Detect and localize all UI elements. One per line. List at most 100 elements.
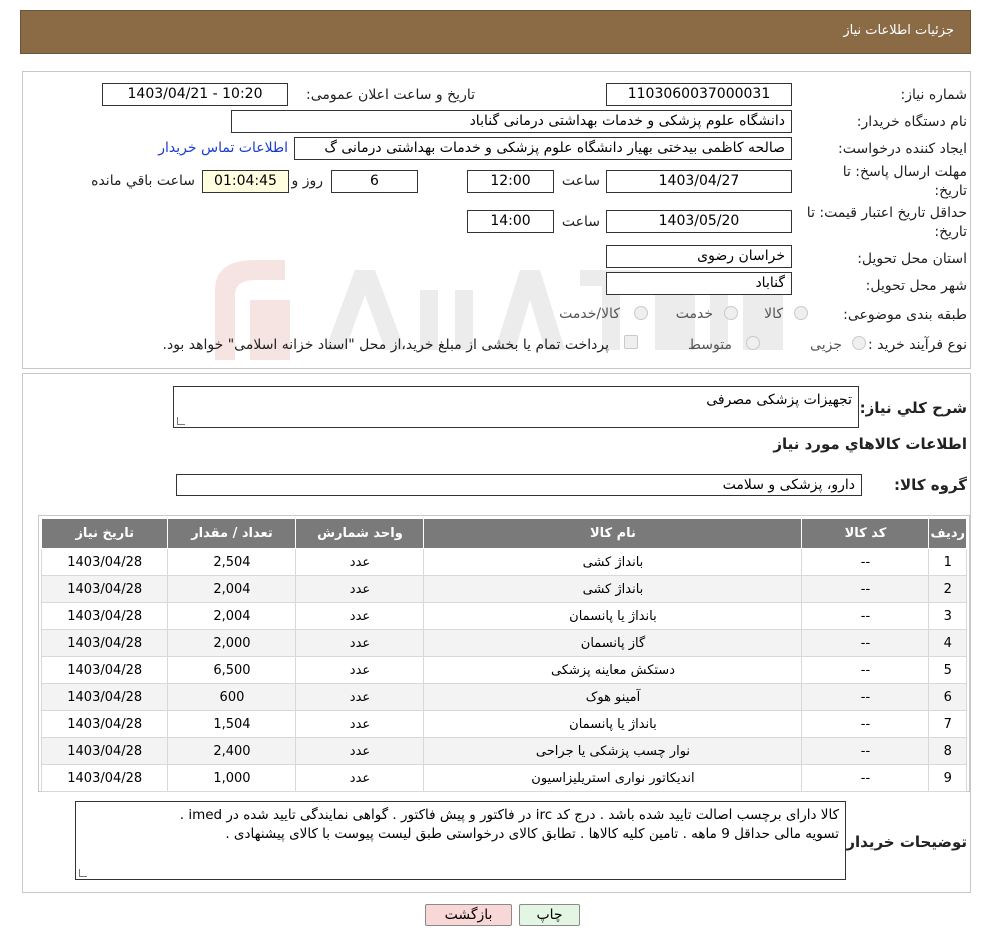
cell-item-quantity: 6,500 (167, 656, 297, 684)
cell-row-number: 7 (928, 710, 967, 738)
cell-row-number: 2 (928, 575, 967, 603)
cell-item-code: -- (801, 602, 930, 630)
buyer-org-field[interactable]: دانشگاه علوم پزشکی و خدمات بهداشتی درمان… (231, 110, 792, 133)
treasury-checkbox[interactable] (624, 335, 638, 349)
payment-note: پرداخت تمام یا بخشی از مبلغ خرید،از محل … (162, 337, 609, 353)
cell-item-unit: عدد (295, 764, 425, 792)
deadline-label: مهلت ارسال پاسخ: تا (842, 164, 967, 180)
table-row[interactable]: 7 -- باند‌اژ یا پانسمان عدد 1,504 1403/04/28 (40, 710, 967, 738)
validity-time-field[interactable]: 14:00 (467, 210, 554, 233)
cell-item-quantity: 2,504 (167, 548, 297, 576)
process-option-medium: متوسط (688, 337, 732, 353)
announce-date-field[interactable]: 1403/04/21 - 10:20 (102, 83, 288, 106)
col-unit-header: واحد شمارش (295, 518, 425, 549)
cell-item-quantity: 2,004 (167, 575, 297, 603)
buyer-notes-field[interactable]: کالا دارای برچسب اصالت تایید شده باشد . … (75, 801, 846, 880)
process-option-minor: جزیی (810, 337, 842, 353)
cell-item-code: -- (801, 656, 930, 684)
table-row[interactable]: 1 -- بانداژ کشی عدد 2,504 1403/04/28 (40, 548, 967, 576)
table-row[interactable]: 4 -- گاز پانسمان عدد 2,000 1403/04/28 (40, 629, 967, 657)
remaining-time-field[interactable]: 01:04:45 (202, 170, 289, 193)
cell-row-number: 9 (928, 764, 967, 792)
cell-item-code: -- (801, 575, 930, 603)
days-label: روز و (291, 173, 324, 189)
cell-row-number: 1 (928, 548, 967, 576)
back-button[interactable]: بازگشت (425, 904, 512, 926)
cell-need-date: 1403/04/28 (40, 602, 169, 630)
goods-group-field[interactable]: دارو، پزشکی و سلامت (176, 474, 862, 496)
validity-label: حداقل تاریخ اعتبار قیمت: تا (806, 205, 967, 221)
page-header: جزئیات اطلاعات نیاز (20, 10, 971, 54)
buyer-notes-line-2: تسویه مالی حداقل 9 ماهه . تامین کلیه کال… (225, 826, 839, 842)
announce-date-label: تاریخ و ساعت اعلان عمومی: (306, 87, 475, 103)
cell-need-date: 1403/04/28 (40, 683, 169, 711)
need-number-label: شماره نیاز: (900, 87, 968, 103)
cell-item-quantity: 600 (167, 683, 297, 711)
cell-need-date: 1403/04/28 (40, 656, 169, 684)
category-radio-goods[interactable] (794, 306, 808, 320)
items-heading: اطلاعات کالاهاي مورد نياز (773, 435, 967, 453)
table-header-row: رديف کد کالا نام کالا واحد شمارش تعداد /… (40, 518, 967, 549)
cell-item-unit: عدد (295, 629, 425, 657)
table-row[interactable]: 5 -- دستکش معاینه پزشکی عدد 6,500 1403/04/28 (40, 656, 967, 684)
col-qty-header: تعداد / مقدار (167, 518, 297, 549)
province-label: استان محل تحویل: (857, 251, 967, 267)
category-radio-goods-service[interactable] (634, 306, 648, 320)
process-radio-medium[interactable] (746, 336, 760, 350)
resize-handle-icon[interactable] (177, 417, 185, 425)
cell-item-name: گاز پانسمان (423, 629, 803, 657)
table-row[interactable]: 8 -- نوار چسب پزشکی یا جراحی عدد 2,400 1403/0… (40, 737, 967, 765)
notes-resize-handle-icon[interactable] (79, 869, 87, 877)
need-number-field[interactable]: 1103060037000031 (606, 83, 792, 106)
col-name-header: نام کالا (423, 518, 803, 549)
category-option-goods: کالا (764, 306, 783, 322)
col-date-header: تاریخ نیاز (40, 518, 169, 549)
table-row[interactable]: 6 -- آمینو هوک عدد 600 1403/04/28 (40, 683, 967, 711)
cell-item-quantity: 1,000 (167, 764, 297, 792)
general-description-label: شرح کلي نياز: (859, 399, 967, 417)
table-row[interactable]: 9 -- اندیکاتور نواری استریلیزاسیون عدد 1,000… (40, 764, 967, 792)
print-button[interactable]: چاپ (519, 904, 580, 926)
cell-item-unit: عدد (295, 656, 425, 684)
validity-label-2: تاریخ: (934, 224, 967, 240)
cell-need-date: 1403/04/28 (40, 710, 169, 738)
process-radio-minor[interactable] (852, 336, 866, 350)
cell-item-name: آمینو هوک (423, 683, 803, 711)
buyer-contact-link[interactable]: اطلاعات تماس خریدار (158, 140, 288, 156)
cell-need-date: 1403/04/28 (40, 629, 169, 657)
general-description-text: تجهيزات پزشکی مصرفی (706, 392, 852, 408)
buyer-notes-label: توضیحات خریدار: (840, 833, 967, 851)
category-radio-service[interactable] (724, 306, 738, 320)
general-description-field[interactable]: تجهيزات پزشکی مصرفی (173, 386, 859, 428)
creator-field[interactable]: صالحه کاظمی بیدختی بهیار دانشگاه علوم پز… (294, 137, 792, 160)
buyer-org-label: نام دستگاه خریدار: (856, 114, 967, 130)
cell-item-name: دستکش معاینه پزشکی (423, 656, 803, 684)
cell-row-number: 6 (928, 683, 967, 711)
cell-row-number: 8 (928, 737, 967, 765)
cell-item-unit: عدد (295, 575, 425, 603)
col-code-header: کد کالا (801, 518, 930, 549)
cell-item-name: نوار چسب پزشکی یا جراحی (423, 737, 803, 765)
cell-item-unit: عدد (295, 683, 425, 711)
cell-item-name: باند‌اژ یا پانسمان (423, 710, 803, 738)
validity-date-field[interactable]: 1403/05/20 (606, 210, 792, 233)
col-row-header: رديف (928, 518, 967, 549)
process-label: نوع فرآیند خرید : (868, 337, 967, 353)
cell-item-name: باند‌اژ کشی (423, 575, 803, 603)
province-field[interactable]: خراسان رضوی (606, 245, 792, 268)
city-field[interactable]: گناباد (606, 272, 792, 295)
cell-item-quantity: 2,000 (167, 629, 297, 657)
cell-item-unit: عدد (295, 737, 425, 765)
category-option-goods-service: کالا/خدمت (559, 306, 620, 322)
deadline-date-field[interactable]: 1403/04/27 (606, 170, 792, 193)
cell-item-code: -- (801, 764, 930, 792)
days-remaining-field[interactable]: 6 (331, 170, 418, 193)
cell-item-quantity: 2,004 (167, 602, 297, 630)
table-row[interactable]: 3 -- باند‌اژ یا پانسمان عدد 2,004 1403/04/28 (40, 602, 967, 630)
category-option-service: خدمت (675, 306, 713, 322)
cell-need-date: 1403/04/28 (40, 548, 169, 576)
cell-item-code: -- (801, 548, 930, 576)
deadline-time-field[interactable]: 12:00 (467, 170, 554, 193)
validity-time-label: ساعت (561, 214, 600, 230)
table-row[interactable]: 2 -- باند‌اژ کشی عدد 2,004 1403/04/28 (40, 575, 967, 603)
